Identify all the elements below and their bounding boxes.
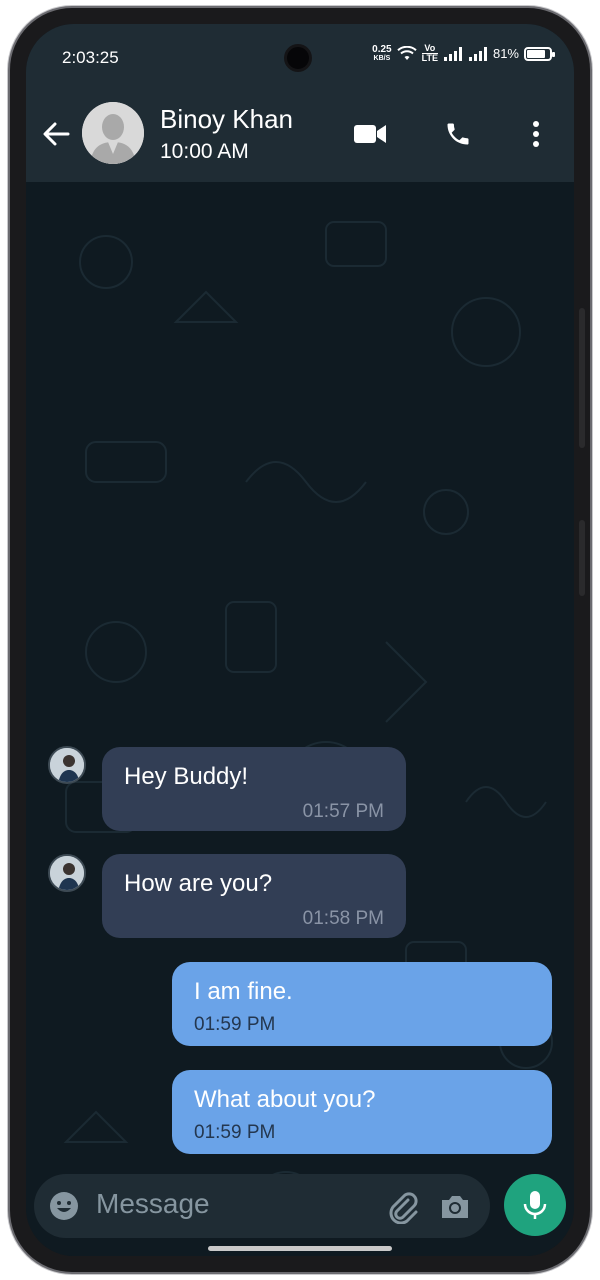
message-time: 01:58 PM <box>302 908 384 929</box>
volume-button <box>579 308 585 448</box>
network-speed-value: 0.25 <box>372 43 392 55</box>
message-time: 01:59 PM <box>194 1014 276 1035</box>
message-text: I am fine. <box>194 978 293 1005</box>
signal-icon-sim2 <box>468 46 487 61</box>
signal-icon <box>443 46 462 61</box>
more-options-icon <box>533 121 539 147</box>
voice-call-icon <box>447 123 469 145</box>
message-text: What about you? <box>194 1086 376 1113</box>
message-time: 01:59 PM <box>194 1122 276 1143</box>
volte-line1: Vo <box>424 43 436 53</box>
contact-last-seen: 10:00 AM <box>160 140 249 163</box>
contact-avatar[interactable] <box>82 102 144 164</box>
status-bar: 2:03:25 0.25 KB/S Vo LTE 81% <box>26 24 574 92</box>
attach-icon <box>389 1192 418 1225</box>
more-options-button[interactable] <box>516 114 556 154</box>
battery-percent: 81% <box>492 46 519 61</box>
chat-area[interactable]: Hey Buddy! 01:57 PM How are you? 01:58 P… <box>26 182 574 1256</box>
sender-avatar[interactable] <box>48 854 86 892</box>
network-speed-unit: KB/S <box>373 54 391 62</box>
message-text: How are you? <box>124 870 273 897</box>
default-avatar-icon <box>82 102 144 164</box>
volte-line2: LTE <box>421 53 438 63</box>
emoji-button[interactable] <box>48 1190 80 1222</box>
phone-frame: 2:03:25 0.25 KB/S Vo LTE 81% Binoy Khan … <box>10 8 590 1272</box>
video-call-button[interactable] <box>350 114 390 154</box>
back-button[interactable] <box>38 116 74 152</box>
volte-indicator: Vo LTE <box>421 43 438 63</box>
back-arrow-icon <box>43 122 70 146</box>
message-bubble-outgoing[interactable]: What about you? 01:59 PM <box>172 1070 552 1154</box>
message-bubble-outgoing[interactable]: I am fine. 01:59 PM <box>172 962 552 1046</box>
camera-icon <box>442 1196 468 1218</box>
status-time: 2:03:25 <box>62 48 119 67</box>
message-input[interactable]: Message <box>96 1188 210 1220</box>
message-bubble-incoming[interactable]: Hey Buddy! 01:57 PM <box>102 747 406 831</box>
battery-icon <box>524 46 555 61</box>
network-speed: 0.25 KB/S <box>372 43 392 63</box>
message-bubble-incoming[interactable]: How are you? 01:58 PM <box>102 854 406 938</box>
chat-header: Binoy Khan 10:00 AM <box>26 92 574 182</box>
emoji-icon <box>50 1192 78 1220</box>
sender-avatar[interactable] <box>48 746 86 784</box>
video-call-icon <box>354 125 386 143</box>
mic-icon <box>523 1191 547 1219</box>
attach-button[interactable] <box>386 1190 420 1225</box>
camera-button[interactable] <box>438 1190 472 1224</box>
contact-name[interactable]: Binoy Khan <box>160 104 293 135</box>
voice-record-button[interactable] <box>504 1174 566 1236</box>
phone-screen: 2:03:25 0.25 KB/S Vo LTE 81% Binoy Khan … <box>26 24 574 1256</box>
message-composer[interactable]: Message <box>34 1174 490 1238</box>
message-time: 01:57 PM <box>302 801 384 822</box>
status-icons: 0.25 KB/S Vo LTE 81% <box>372 43 555 63</box>
voice-call-button[interactable] <box>438 114 478 154</box>
message-text: Hey Buddy! <box>124 763 249 790</box>
wifi-icon <box>396 45 417 60</box>
battery-fill <box>527 49 545 58</box>
power-button <box>579 520 585 596</box>
front-camera <box>284 44 312 72</box>
home-indicator[interactable] <box>208 1246 392 1251</box>
